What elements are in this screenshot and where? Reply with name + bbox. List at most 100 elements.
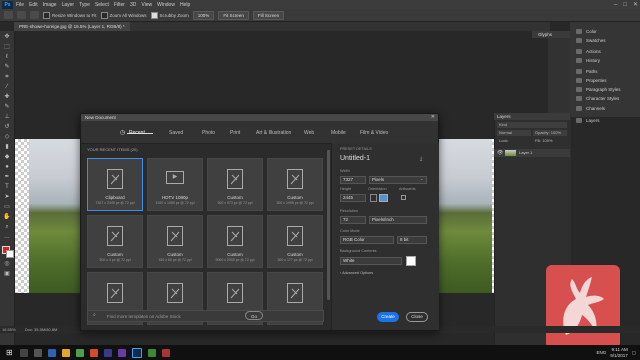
fill-screen-button[interactable]: Fill Screen [252, 10, 285, 20]
create-button[interactable]: Create [377, 312, 399, 322]
windows-start-icon[interactable]: ⊞ [6, 348, 14, 357]
close-button[interactable]: Close [406, 312, 428, 322]
panel-swatches[interactable]: Swatches [576, 38, 606, 43]
background-contents-select[interactable]: White [340, 257, 402, 265]
tab-saved[interactable]: Saved [169, 130, 183, 136]
scrubby-zoom-checkbox[interactable]: Scrubby Zoom [150, 11, 189, 19]
tab-film-video[interactable]: Film & Video [360, 130, 388, 136]
maximize-icon[interactable]: □ [623, 2, 627, 8]
blur-tool-icon[interactable]: ◆ [3, 154, 11, 161]
zoom-all-windows-checkbox[interactable]: Zoom All Windows [100, 11, 147, 19]
dialog-close-icon[interactable]: ✕ [431, 114, 435, 121]
photoshop-taskbar-icon[interactable] [132, 347, 142, 358]
template-tile[interactable]: Custom 300 x 1995 px @ 72 ppi [267, 158, 323, 211]
eyedropper-tool-icon[interactable]: ⁄ [3, 84, 11, 91]
opacity-field[interactable]: Opacity: 100% [533, 130, 567, 136]
landscape-orientation-icon[interactable] [379, 194, 388, 202]
crop-tool-icon[interactable]: ⌗ [3, 74, 11, 81]
move-tool-icon[interactable]: ✥ [3, 34, 11, 41]
zoom-in-icon[interactable] [17, 11, 26, 19]
pen-tool-icon[interactable]: ✒ [3, 174, 11, 181]
width-unit-select[interactable]: Pixels [369, 176, 427, 184]
panel-history[interactable]: History [576, 58, 600, 63]
search-taskbar-icon[interactable] [20, 348, 28, 357]
menu-layer[interactable]: Layer [62, 2, 75, 8]
brush-tool-icon[interactable]: ✎ [3, 104, 11, 111]
layer-row[interactable]: 👁 Layer 1 [494, 149, 570, 157]
panel-paths[interactable]: Paths [576, 69, 598, 74]
file-explorer-icon[interactable] [62, 348, 70, 357]
layers-filter-kind[interactable]: Kind [497, 122, 567, 128]
document-name[interactable]: Untitled-1 [340, 155, 370, 162]
healing-tool-icon[interactable]: ✚ [3, 94, 11, 101]
panel-paragraph-styles[interactable]: Paragraph Styles [576, 87, 621, 92]
tiles-scrollbar[interactable] [327, 150, 330, 300]
height-field[interactable]: 2445 [340, 194, 366, 202]
menu-view[interactable]: View [141, 2, 152, 8]
panel-channels[interactable]: Channels [576, 106, 605, 111]
menu-help[interactable]: Help [180, 2, 190, 8]
app-icon-1[interactable] [90, 348, 98, 357]
eraser-tool-icon[interactable]: ◇ [3, 134, 11, 141]
menu-3d[interactable]: 3D [130, 2, 136, 8]
go-button[interactable]: Go [245, 311, 263, 320]
clock[interactable]: 9:11 AM 9/1/2017 [610, 347, 628, 359]
screen-mode-icon[interactable]: ▣ [3, 271, 11, 278]
width-field[interactable]: 7327 [340, 176, 366, 184]
visibility-eye-icon[interactable]: 👁 [497, 150, 503, 156]
save-preset-icon[interactable]: ⤓ [420, 156, 422, 162]
app-icon-3[interactable] [118, 348, 126, 357]
template-tile[interactable]: Custom 300 x 177 px @ 72 ppi [267, 215, 323, 268]
document-tab[interactable]: PRE-showe-horeige.jpg @ 16.5% (Layer 1, … [14, 22, 130, 31]
panel-color[interactable]: Color [576, 29, 597, 34]
panel-character-styles[interactable]: Character Styles [576, 96, 619, 101]
shape-tool-icon[interactable]: ▭ [3, 204, 11, 211]
store-icon[interactable] [76, 348, 84, 357]
menu-window[interactable]: Window [157, 2, 175, 8]
layers-panel-title[interactable]: Layers [494, 113, 570, 120]
zoom-tool-side-icon[interactable]: ⌕ [3, 224, 11, 231]
color-mode-select[interactable]: RGB Color [340, 236, 394, 244]
fill-field[interactable]: Fill: 100% [533, 138, 567, 144]
edge-browser-icon[interactable] [48, 348, 56, 357]
dodge-tool-icon[interactable]: ● [3, 164, 11, 171]
menu-filter[interactable]: Filter [114, 2, 125, 8]
template-tile[interactable]: Custom 9000 x 2000 px @ 72 ppi [207, 215, 263, 268]
language-indicator[interactable]: ENG [596, 350, 606, 355]
menu-image[interactable]: Image [43, 2, 57, 8]
menu-type[interactable]: Type [79, 2, 90, 8]
bit-depth-select[interactable]: 8 bit [397, 236, 427, 244]
hand-tool-icon[interactable]: ✋ [3, 214, 11, 221]
zoom-tool-icon[interactable] [4, 11, 13, 19]
advanced-options-toggle[interactable]: › Advanced Options [340, 271, 373, 275]
fit-screen-button[interactable]: Fit Screen [218, 10, 249, 20]
resolution-field[interactable]: 72 [340, 216, 366, 224]
resolution-unit-select[interactable]: Pixels/Inch [369, 216, 427, 224]
menu-select[interactable]: Select [95, 2, 109, 8]
path-select-tool-icon[interactable]: ➤ [3, 194, 11, 201]
template-tile[interactable]: Clipboard 7327 x 2445 px @ 72 ppi [87, 158, 143, 211]
more-tools-icon[interactable]: … [3, 234, 11, 241]
panel-actions[interactable]: Actions [576, 49, 601, 54]
panel-layers-collapsed[interactable]: Layers [576, 118, 600, 123]
background-color-preview[interactable] [406, 256, 416, 266]
notification-icon[interactable]: ▢ [632, 350, 636, 356]
task-view-icon[interactable] [34, 348, 42, 357]
tab-art-illustration[interactable]: Art & Illustration [256, 130, 291, 136]
lasso-tool-icon[interactable]: ℓ [3, 54, 11, 61]
zoom-level[interactable]: 16.55% [2, 327, 16, 332]
resize-windows-checkbox[interactable]: Resize Windows to Fit [43, 11, 97, 19]
portrait-orientation-icon[interactable] [370, 194, 377, 202]
tab-web[interactable]: Web [304, 130, 314, 136]
template-tile[interactable]: Custom 300 x 973 px @ 72 ppi [207, 158, 263, 211]
type-tool-icon[interactable]: T [3, 184, 11, 191]
stamp-tool-icon[interactable]: ⊥ [3, 114, 11, 121]
tab-photo[interactable]: Photo [202, 130, 215, 136]
app-icon-2[interactable] [104, 348, 112, 357]
tab-mobile[interactable]: Mobile [331, 130, 346, 136]
gradient-tool-icon[interactable]: ▮ [3, 144, 11, 151]
tab-print[interactable]: Print [230, 130, 240, 136]
zoom-out-icon[interactable] [30, 11, 39, 19]
history-brush-tool-icon[interactable]: ↺ [3, 124, 11, 131]
quick-mask-icon[interactable]: ◎ [3, 261, 11, 268]
